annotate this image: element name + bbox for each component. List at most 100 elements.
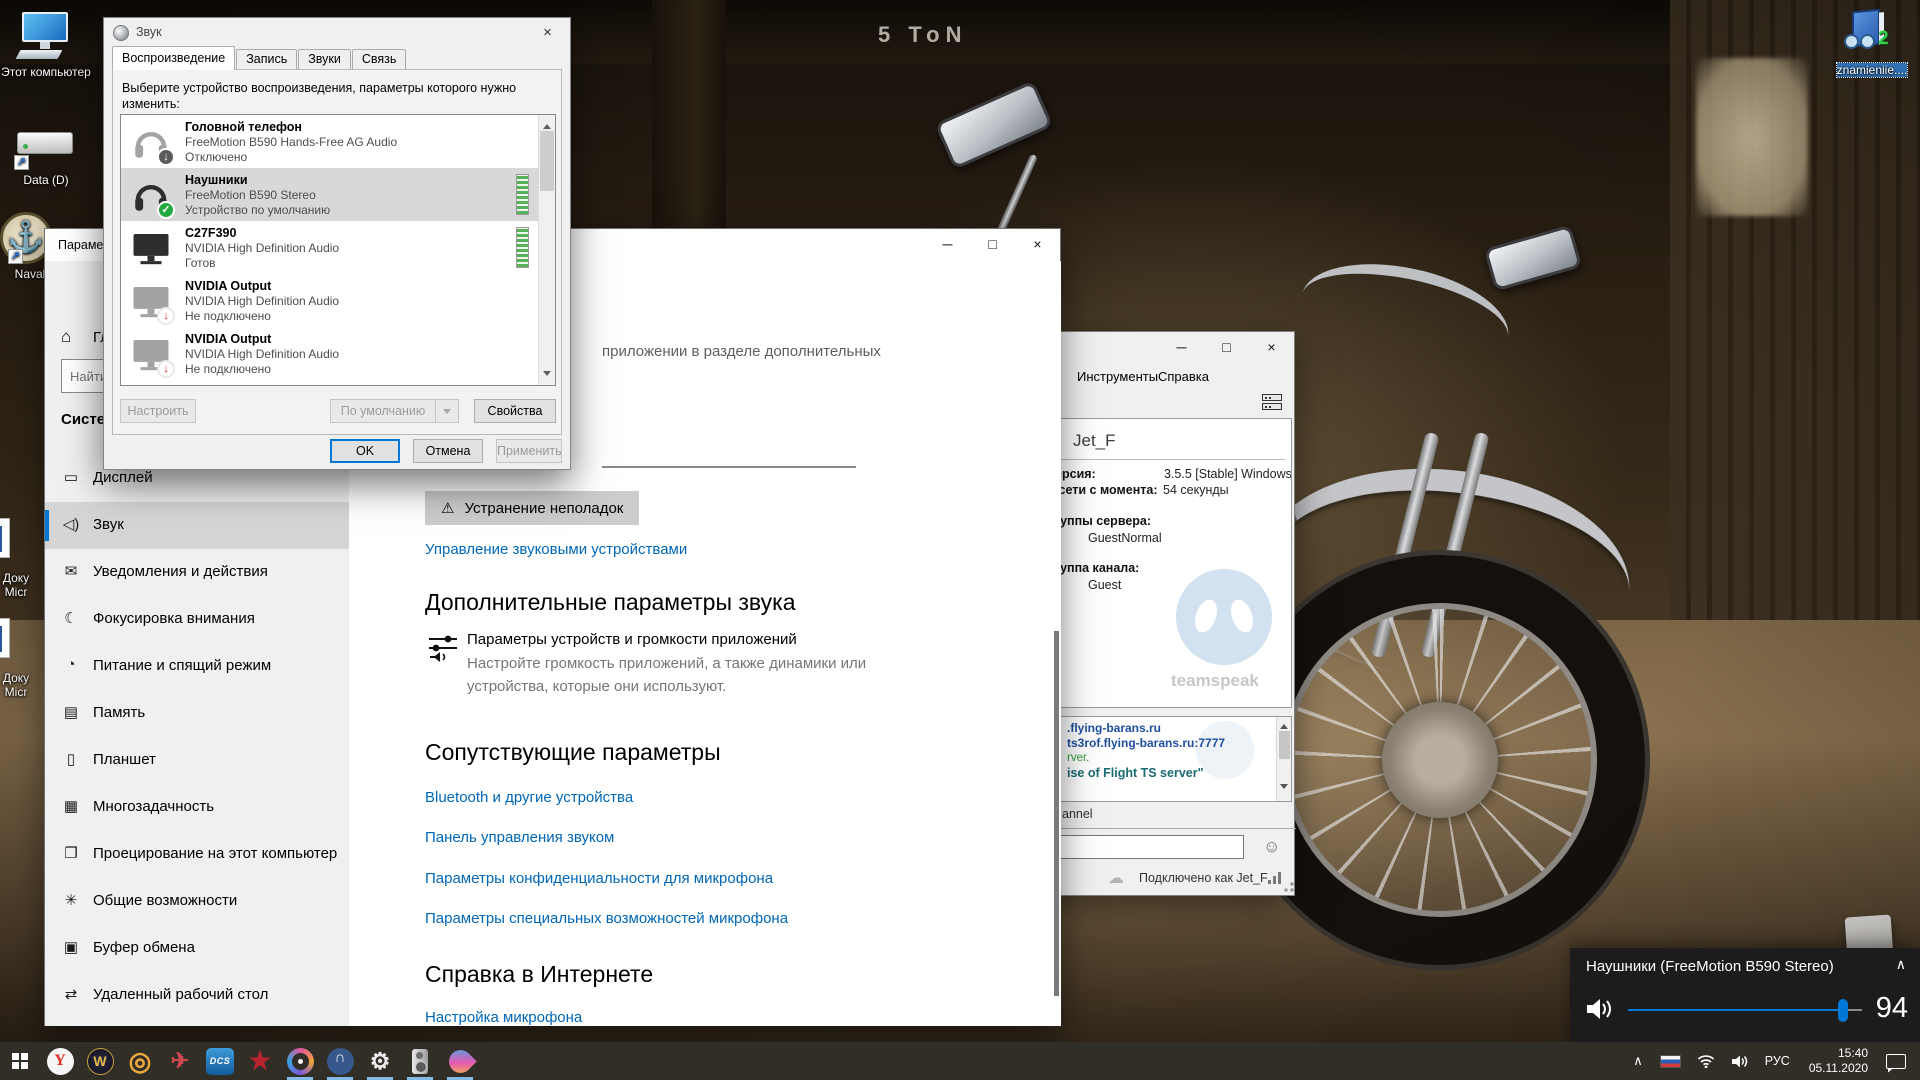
tab[interactable]: Звуки — [298, 49, 351, 69]
log-line: ise of Flight TS server" — [1067, 766, 1225, 781]
sidebar-item-icon: ⇄ — [61, 985, 81, 1003]
minimize-button[interactable]: ─ — [925, 229, 970, 259]
device-name: NVIDIA Output — [185, 332, 339, 347]
teamspeak-wordmark: teamspeak — [1171, 671, 1259, 691]
tray-speaker-icon[interactable] — [1723, 1054, 1756, 1069]
close-button[interactable]: × — [1015, 229, 1060, 259]
apply-button[interactable]: Применить — [496, 439, 562, 463]
manage-sound-devices-link[interactable]: Управление звуковыми устройствами — [425, 541, 687, 558]
configure-button[interactable]: Настроить — [120, 399, 196, 423]
system-tray: ∧ РУС 15:40 05.11.2020 — [1624, 1042, 1920, 1080]
sidebar-item-icon: ▯ — [61, 750, 81, 768]
chevron-up-icon[interactable]: ∧ — [1896, 956, 1906, 973]
device-list-scrollbar[interactable] — [538, 115, 555, 385]
minimize-button[interactable]: ─ — [1159, 332, 1204, 362]
sidebar-item[interactable]: ▤ Память — [45, 690, 349, 737]
volume-slider-thumb[interactable] — [1838, 999, 1848, 1022]
menu-tools[interactable]: Инструменты — [1077, 369, 1158, 384]
maximize-button[interactable]: □ — [970, 229, 1015, 259]
taskbar-apps: Y W ◎ ✈ DCS ★ ∩ ⚙ — [0, 1042, 480, 1080]
sidebar-item[interactable]: ▣ Буфер обмена — [45, 925, 349, 972]
taskbar-app-icon[interactable]: Y — [40, 1042, 80, 1080]
speaker-icon[interactable] — [1584, 996, 1612, 1027]
scrollbar-thumb[interactable] — [1054, 631, 1059, 996]
desktop-icon-znamienie[interactable]: 2 znamieniie.... — [1826, 8, 1918, 77]
scrollbar-thumb[interactable] — [540, 131, 554, 191]
sidebar-item[interactable]: ✉ Уведомления и действия — [45, 549, 349, 596]
taskbar-app-icon[interactable]: DCS — [200, 1042, 240, 1080]
wifi-icon[interactable] — [1689, 1054, 1723, 1068]
taskbar-app-icon[interactable]: ✈ — [160, 1042, 200, 1080]
scroll-up-icon[interactable] — [543, 120, 551, 129]
taskbar-app-icon[interactable]: ⚙ — [360, 1042, 400, 1080]
tab[interactable]: Запись — [236, 49, 297, 69]
maximize-button[interactable]: □ — [1204, 332, 1249, 362]
volume-slider-track[interactable] — [602, 466, 856, 468]
resize-grip[interactable] — [1284, 882, 1294, 892]
sidebar-item[interactable]: ⓘ О системе — [45, 1019, 349, 1026]
sidebar-item[interactable]: ◁) Звук — [45, 502, 349, 549]
tray-chevron-icon[interactable]: ∧ — [1624, 1053, 1652, 1069]
log-scrollbar[interactable] — [1276, 717, 1291, 801]
properties-button[interactable]: Свойства — [474, 399, 556, 423]
taskbar-app-icon[interactable] — [400, 1042, 440, 1080]
menu-help[interactable]: Справка — [1158, 369, 1209, 384]
mic-privacy-link[interactable]: Параметры конфиденциальности для микрофо… — [425, 870, 773, 887]
clock[interactable]: 15:40 05.11.2020 — [1799, 1046, 1878, 1076]
russian-flag-icon[interactable] — [1660, 1055, 1681, 1068]
taskbar-app-icon[interactable] — [0, 1042, 40, 1080]
log-lines: .flying-barans.ruts3rof.flying-barans.ru… — [1067, 721, 1225, 781]
taskbar-app-icon[interactable]: ∩ — [320, 1042, 360, 1080]
device-row[interactable]: ↓ NVIDIA Output NVIDIA High Definition A… — [121, 274, 555, 327]
desktop-icon-label-selected: znamieniie.... — [1837, 63, 1908, 77]
taskbar-app-icon[interactable] — [280, 1042, 320, 1080]
taskbar-app-icon[interactable]: ★ — [240, 1042, 280, 1080]
device-description: NVIDIA High Definition Audio — [185, 347, 339, 362]
desktop-icon-this-pc[interactable]: Этот компьютер — [0, 10, 92, 79]
sidebar-item-label: Уведомления и действия — [93, 563, 268, 580]
sidebar-item-icon: ✉ — [61, 562, 81, 580]
sidebar-item[interactable]: ◔ Питание и спящий режим — [45, 643, 349, 690]
scrollbar-thumb[interactable] — [1279, 731, 1290, 759]
sidebar-item[interactable]: ▯ Планшет — [45, 737, 349, 784]
tab[interactable]: Воспроизведение — [112, 46, 235, 70]
keyboard-language[interactable]: РУС — [1756, 1054, 1799, 1068]
taskbar-app-icon[interactable]: W — [80, 1042, 120, 1080]
sound-control-panel-link[interactable]: Панель управления звуком — [425, 829, 614, 846]
troubleshoot-button[interactable]: ⚠Устранение неполадок — [425, 491, 639, 525]
device-row[interactable]: C27F390 NVIDIA High Definition Audio Гот… — [121, 221, 555, 274]
device-row[interactable]: ↓ Головной телефон FreeMotion B590 Hands… — [121, 115, 555, 168]
mic-setup-link[interactable]: Настройка микрофона — [425, 1009, 582, 1026]
sidebar-item[interactable]: ▦ Многозадачность — [45, 784, 349, 831]
sidebar-item[interactable]: ✳ Общие возможности — [45, 878, 349, 925]
sidebar-item[interactable]: ❐ Проецирование на этот компьютер — [45, 831, 349, 878]
device-row[interactable]: ✓ Наушники FreeMotion B590 Stereo Устрой… — [121, 168, 555, 221]
scroll-down-icon[interactable] — [1280, 784, 1288, 793]
scroll-down-icon[interactable] — [543, 371, 551, 380]
volume-slider-track[interactable] — [1628, 1009, 1862, 1011]
sidebar-item-label: Многозадачность — [93, 798, 214, 815]
server-bookmarks-icon[interactable] — [1262, 394, 1284, 412]
cancel-button[interactable]: Отмена — [413, 439, 483, 463]
desktop-icon-data-drive[interactable]: ↗ Data (D) — [0, 118, 92, 187]
device-row[interactable]: ↓ NVIDIA Output NVIDIA High Definition A… — [121, 327, 555, 380]
channel-tab[interactable]: annel — [1062, 807, 1093, 821]
sidebar-item[interactable]: ⇄ Удаленный рабочий стол — [45, 972, 349, 1019]
shortcut-arrow-icon: ↗ — [14, 155, 29, 170]
close-button[interactable]: × — [1249, 332, 1294, 362]
bluetooth-devices-link[interactable]: Bluetooth и другие устройства — [425, 789, 633, 806]
action-center-icon[interactable] — [1886, 1054, 1906, 1069]
sidebar-item-label: Общие возможности — [93, 892, 237, 909]
taskbar-app-icon[interactable]: ◎ — [120, 1042, 160, 1080]
app-volume-title[interactable]: Параметры устройств и громкости приложен… — [467, 631, 797, 648]
tab[interactable]: Связь — [352, 49, 407, 69]
close-icon[interactable]: × — [525, 18, 570, 48]
set-default-button[interactable]: По умолчанию — [330, 399, 436, 423]
taskbar-app-icon[interactable] — [440, 1042, 480, 1080]
scroll-up-icon[interactable] — [1280, 720, 1288, 729]
mic-accessibility-link[interactable]: Параметры специальных возможностей микро… — [425, 910, 788, 927]
emoticon-icon[interactable]: ☺ — [1263, 837, 1280, 857]
ok-button[interactable]: OK — [330, 439, 400, 463]
set-default-dropdown[interactable] — [435, 399, 459, 423]
sidebar-item[interactable]: ☾ Фокусировка внимания — [45, 596, 349, 643]
